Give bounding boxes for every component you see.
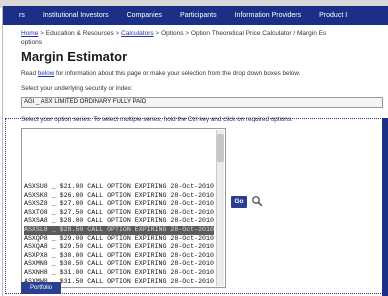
nav-item-institutional-investors[interactable]: Institutional Investors — [43, 12, 109, 19]
option-series-item[interactable]: ASXSU8 _ $21.00 CALL OPTION EXPIRING 28-… — [24, 183, 214, 192]
breadcrumb-separator: > — [155, 30, 160, 37]
nav-item-partial-left[interactable]: rs — [19, 12, 25, 19]
breadcrumb-home[interactable]: Home — [21, 30, 38, 37]
security-select-label: Select your underlying security or index… — [21, 85, 133, 92]
option-series-item[interactable]: ASXTO8 _ $27.50 CALL OPTION EXPIRING 28-… — [24, 209, 214, 218]
breadcrumb: Home > Education & Resources > Calculato… — [21, 30, 383, 47]
option-series-item[interactable]: ASXSK8 _ $26.00 CALL OPTION EXPIRING 28-… — [24, 192, 214, 201]
breadcrumb-current-page-cont: options — [21, 38, 42, 46]
option-series-item[interactable]: ASXSA8 _ $28.00 CALL OPTION EXPIRING 28-… — [24, 217, 214, 226]
go-button[interactable]: Go — [231, 196, 247, 208]
option-series-item[interactable]: ASXSL8 _ $28.50 CALL OPTION EXPIRING 28-… — [24, 226, 214, 235]
listbox-scroll-thumb[interactable] — [217, 134, 224, 162]
nav-item-participants[interactable]: Participants — [180, 12, 217, 19]
breadcrumb-separator: > — [115, 30, 120, 37]
option-series-instructions: Select your option series. To select mul… — [21, 116, 293, 123]
intro-prefix: Read — [21, 70, 38, 77]
portfolio-button[interactable]: Portfolio — [21, 282, 61, 294]
breadcrumb-calculators[interactable]: Calculators — [121, 30, 154, 37]
option-series-item[interactable]: ASXMN8 _ $30.50 CALL OPTION EXPIRING 28-… — [24, 260, 214, 269]
option-series-item[interactable]: ASXQP8 _ $29.00 CALL OPTION EXPIRING 28-… — [24, 235, 214, 244]
breadcrumb-options: Options — [161, 30, 184, 37]
page-title: Margin Estimator — [21, 49, 128, 64]
option-series-item[interactable]: ASXSZ8 _ $27.00 CALL OPTION EXPIRING 28-… — [24, 200, 214, 209]
intro-text: Read below for information about this pa… — [21, 70, 300, 77]
security-select[interactable]: AGI _ ASX LIMITED ORDINARY FULLY PAID — [21, 97, 383, 108]
nav-item-companies[interactable]: Companies — [127, 12, 162, 19]
option-series-item[interactable]: ASXPX8 _ $30.00 CALL OPTION EXPIRING 28-… — [24, 252, 214, 261]
top-nav: rs Institutional Investors Companies Par… — [3, 6, 388, 25]
page: rs Institutional Investors Companies Par… — [2, 6, 388, 296]
option-series-item[interactable]: ASXNH8 _ $31.00 CALL OPTION EXPIRING 28-… — [24, 269, 214, 278]
nav-item-information-providers[interactable]: Information Providers — [235, 12, 302, 19]
option-series-listbox[interactable]: ASXSU8 _ $21.00 CALL OPTION EXPIRING 28-… — [21, 128, 226, 288]
right-side-bar — [382, 118, 388, 296]
breadcrumb-separator: > — [185, 30, 190, 37]
intro-suffix: for information about this page or make … — [54, 70, 301, 77]
breadcrumb-education: Education & Resources — [45, 30, 114, 37]
breadcrumb-separator: > — [40, 30, 44, 37]
nav-item-product-partial[interactable]: Product I — [319, 12, 347, 19]
magnifier-icon[interactable] — [251, 195, 263, 207]
below-link[interactable]: below — [38, 70, 54, 77]
option-series-item[interactable]: ASXQA8 _ $29.50 CALL OPTION EXPIRING 28-… — [24, 243, 214, 252]
listbox-scrollbar[interactable] — [216, 130, 224, 286]
breadcrumb-current-page: Option Theoretical Price Calculator / Ma… — [190, 30, 327, 37]
